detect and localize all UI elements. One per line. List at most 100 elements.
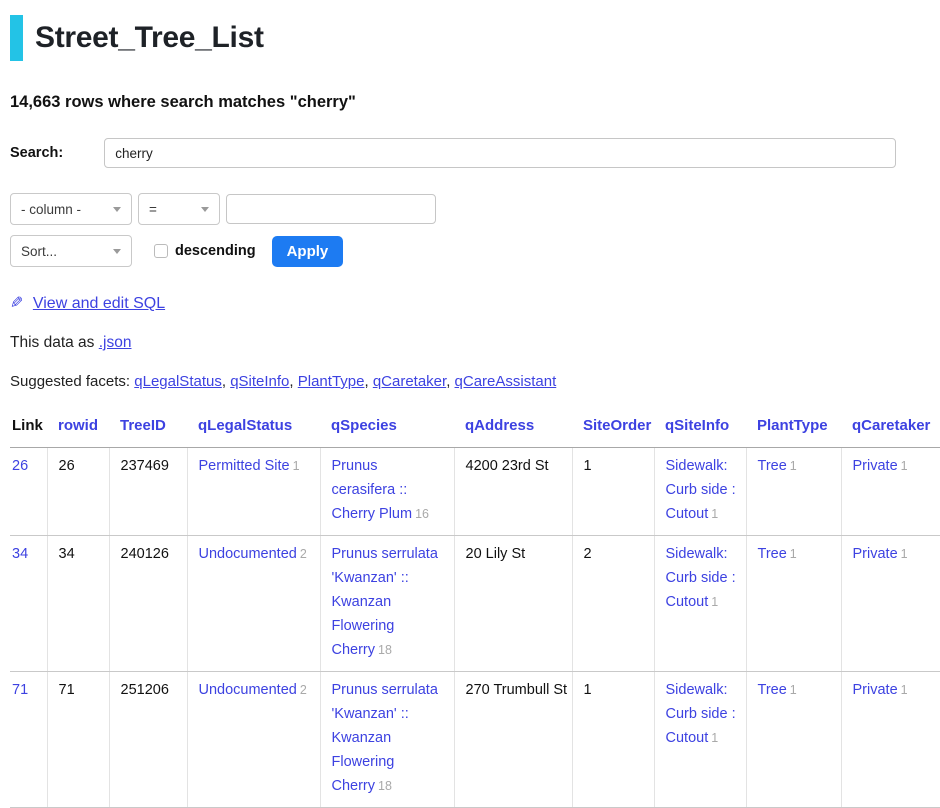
operator-select-value: =	[149, 202, 157, 217]
cell-planttype: Tree1	[746, 672, 841, 808]
search-input[interactable]	[104, 138, 896, 168]
qspecies-link[interactable]: Prunus cerasifera :: Cherry Plum	[332, 458, 413, 522]
sort-column-siteorder[interactable]: SiteOrder	[583, 417, 651, 434]
cell-qspecies: Prunus cerasifera :: Cherry Plum16	[320, 448, 454, 536]
header-row: Link rowid TreeID qLegalStatus qSpecies …	[10, 409, 940, 448]
sort-column-rowid[interactable]: rowid	[58, 417, 98, 434]
facets-prefix: Suggested facets:	[10, 373, 130, 390]
facet-count: 18	[378, 643, 392, 657]
qcaretaker-link[interactable]: Private	[853, 546, 898, 562]
sort-column-planttype[interactable]: PlantType	[757, 417, 828, 434]
qcaretaker-link[interactable]: Private	[853, 458, 898, 474]
cell-qcaretaker: Private1	[841, 448, 940, 536]
facet-link-qcareassistant[interactable]: qCareAssistant	[455, 373, 557, 390]
qlegalstatus-link[interactable]: Undocumented	[199, 682, 297, 698]
data-as-row: This data as .json	[10, 334, 940, 352]
column-header-rowid: rowid	[47, 409, 109, 448]
page-header: Street_Tree_List	[10, 15, 940, 61]
row-link[interactable]: 34	[12, 546, 28, 562]
cell-siteorder: 2	[572, 536, 654, 672]
sort-row: Sort... descending Apply	[10, 235, 940, 267]
facet-separator: ,	[289, 373, 297, 390]
filter-value-input[interactable]	[226, 194, 436, 224]
table-row: 71 71 251206 Undocumented2 Prunus serrul…	[10, 672, 940, 808]
qlegalstatus-link[interactable]: Permitted Site	[199, 458, 290, 474]
qcaretaker-link[interactable]: Private	[853, 682, 898, 698]
cell-rowid: 34	[47, 536, 109, 672]
cell-qspecies: Prunus serrulata 'Kwanzan' :: Kwanzan Fl…	[320, 672, 454, 808]
qspecies-link[interactable]: Prunus serrulata 'Kwanzan' :: Kwanzan Fl…	[332, 546, 438, 658]
json-link[interactable]: .json	[99, 334, 132, 351]
sort-column-treeid[interactable]: TreeID	[120, 417, 166, 434]
sort-select[interactable]: Sort...	[10, 235, 132, 267]
column-select-value: - column -	[21, 202, 81, 217]
cell-planttype: Tree1	[746, 536, 841, 672]
apply-button[interactable]: Apply	[272, 236, 344, 267]
qspecies-link[interactable]: Prunus serrulata 'Kwanzan' :: Kwanzan Fl…	[332, 682, 438, 794]
facet-count: 18	[378, 779, 392, 793]
sort-column-qsiteinfo[interactable]: qSiteInfo	[665, 417, 729, 434]
view-edit-sql-link[interactable]: View and edit SQL	[33, 295, 165, 312]
cell-treeid: 237469	[109, 448, 187, 536]
column-header-treeid: TreeID	[109, 409, 187, 448]
facet-separator: ,	[364, 373, 372, 390]
filter-row: - column - =	[10, 193, 940, 225]
column-header-siteorder: SiteOrder	[572, 409, 654, 448]
column-header-qlegalstatus: qLegalStatus	[187, 409, 320, 448]
descending-checkbox[interactable]	[154, 244, 168, 258]
cell-rowid: 26	[47, 448, 109, 536]
planttype-link[interactable]: Tree	[758, 458, 787, 474]
sql-link-row: ✎ View and edit SQL	[10, 293, 940, 313]
cell-rowid: 71	[47, 672, 109, 808]
cell-qaddress: 270 Trumbull St	[454, 672, 572, 808]
table-row: 34 34 240126 Undocumented2 Prunus serrul…	[10, 536, 940, 672]
facet-separator: ,	[222, 373, 230, 390]
facet-link-qlegalstatus[interactable]: qLegalStatus	[134, 373, 222, 390]
pencil-icon: ✎	[10, 293, 23, 313]
facet-count: 1	[293, 459, 300, 473]
sort-column-qaddress[interactable]: qAddress	[465, 417, 534, 434]
facet-separator: ,	[446, 373, 454, 390]
cell-qlegalstatus: Undocumented2	[187, 536, 320, 672]
qsiteinfo-link[interactable]: Sidewalk: Curb side : Cutout	[666, 458, 736, 522]
qsiteinfo-link[interactable]: Sidewalk: Curb side : Cutout	[666, 546, 736, 610]
facet-link-qsiteinfo[interactable]: qSiteInfo	[230, 373, 289, 390]
cell-qsiteinfo: Sidewalk: Curb side : Cutout1	[654, 448, 746, 536]
descending-label[interactable]: descending	[175, 243, 256, 259]
facet-count: 1	[901, 547, 908, 561]
column-header-qaddress: qAddress	[454, 409, 572, 448]
operator-select[interactable]: =	[138, 193, 220, 225]
cell-link: 34	[10, 536, 47, 672]
facet-link-planttype[interactable]: PlantType	[298, 373, 365, 390]
planttype-link[interactable]: Tree	[758, 546, 787, 562]
cell-treeid: 251206	[109, 672, 187, 808]
facet-count: 16	[415, 507, 429, 521]
cell-qaddress: 20 Lily St	[454, 536, 572, 672]
cell-link: 26	[10, 448, 47, 536]
qlegalstatus-link[interactable]: Undocumented	[199, 546, 297, 562]
facet-count: 2	[300, 547, 307, 561]
sort-column-qlegalstatus[interactable]: qLegalStatus	[198, 417, 292, 434]
row-link[interactable]: 71	[12, 682, 28, 698]
sort-select-value: Sort...	[21, 244, 57, 259]
facet-link-qcaretaker[interactable]: qCaretaker	[373, 373, 446, 390]
facet-count: 1	[711, 595, 718, 609]
column-header-link: Link	[10, 409, 47, 448]
sort-column-qspecies[interactable]: qSpecies	[331, 417, 397, 434]
sort-column-qcaretaker[interactable]: qCaretaker	[852, 417, 930, 434]
facet-count: 1	[790, 547, 797, 561]
cell-qsiteinfo: Sidewalk: Curb side : Cutout1	[654, 536, 746, 672]
cell-treeid: 240126	[109, 536, 187, 672]
column-select[interactable]: - column -	[10, 193, 132, 225]
planttype-link[interactable]: Tree	[758, 682, 787, 698]
cell-planttype: Tree1	[746, 448, 841, 536]
facet-count: 1	[901, 459, 908, 473]
results-table: Link rowid TreeID qLegalStatus qSpecies …	[10, 409, 940, 808]
row-link[interactable]: 26	[12, 458, 28, 474]
table-row: 26 26 237469 Permitted Site1 Prunus cera…	[10, 448, 940, 536]
facet-count: 2	[300, 683, 307, 697]
qsiteinfo-link[interactable]: Sidewalk: Curb side : Cutout	[666, 682, 736, 746]
search-label: Search:	[10, 145, 63, 161]
chevron-down-icon	[113, 207, 121, 212]
chevron-down-icon	[201, 207, 209, 212]
